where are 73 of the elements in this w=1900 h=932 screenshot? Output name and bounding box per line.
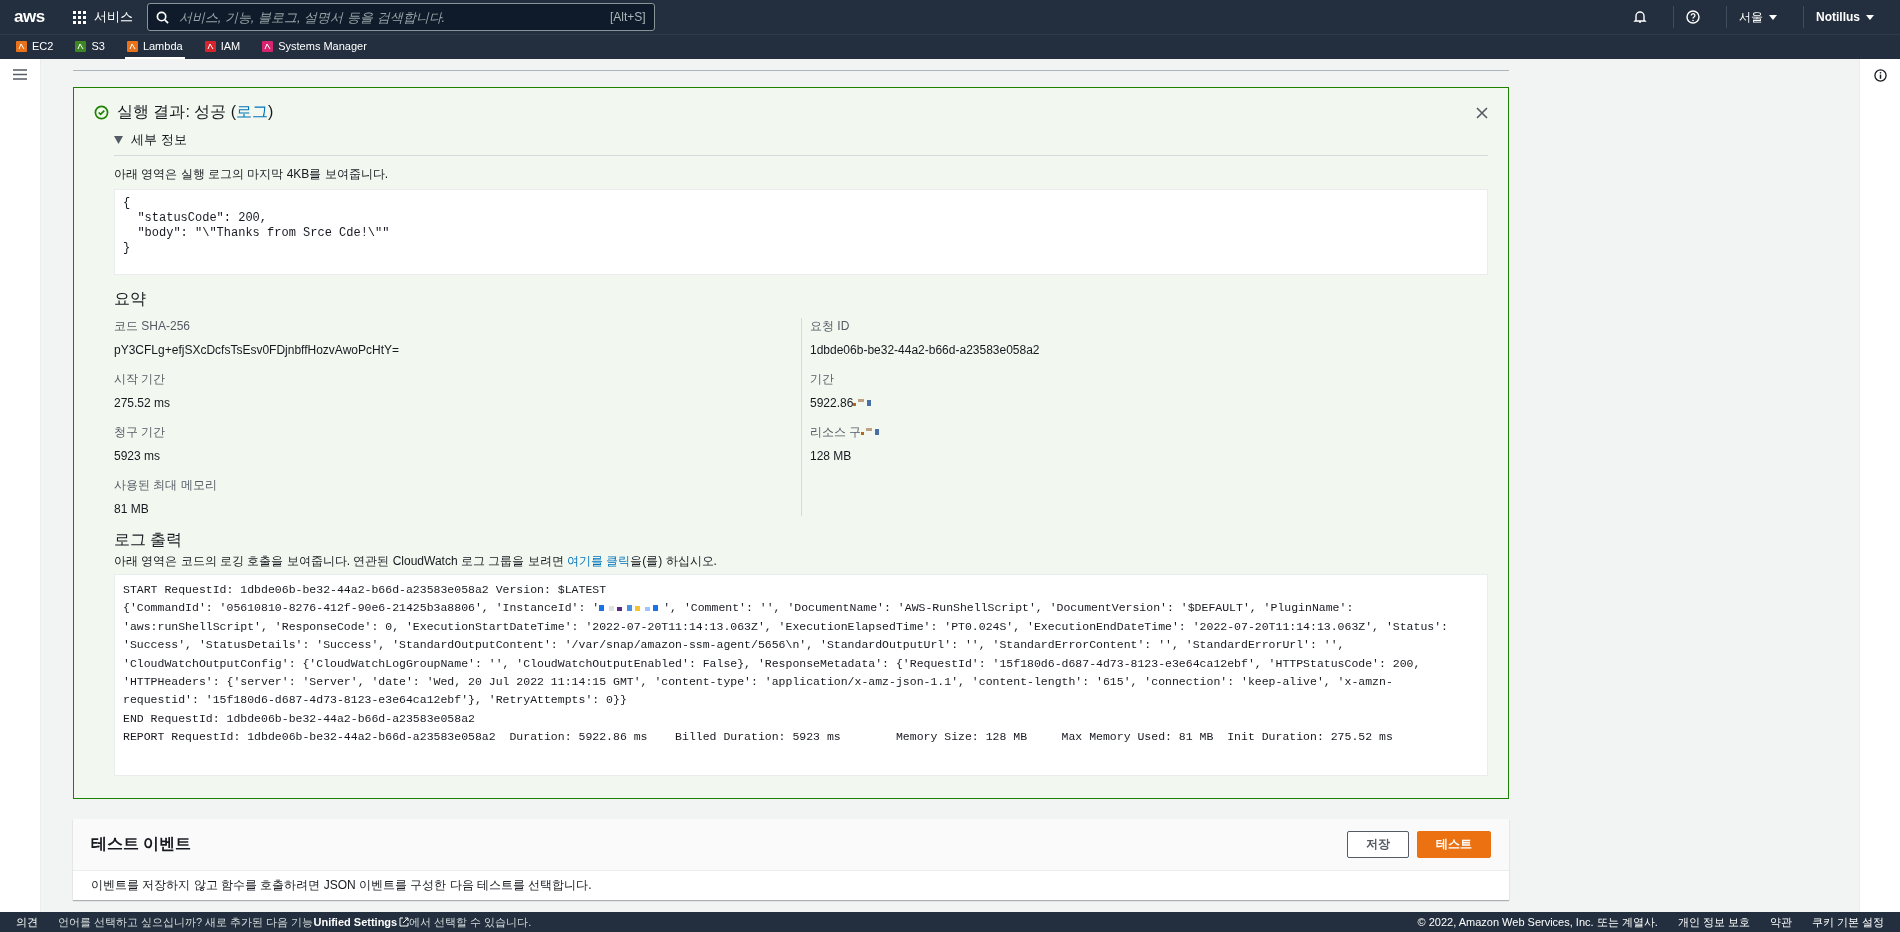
close-button[interactable] (1476, 106, 1488, 119)
menu-icon[interactable] (13, 69, 27, 80)
close-icon (1476, 106, 1488, 119)
summary-label: 시작 기간 (114, 371, 167, 388)
caret-icon (1769, 14, 1777, 20)
summary-value: 1dbde06b-be32-44a2-b66d-a23583e058a2 (810, 343, 1041, 357)
feedback-link[interactable]: 의견 (16, 914, 38, 930)
summary-value: 5922.86 (810, 396, 1488, 410)
log-text: 'aws:runShellScript', 'ResponseCode': 0, 'ExecutionStartDateTime': '2022-07-20T11:14:13.063Z', 'ExecutionElapsedTime': 'PT0.024S', 'ExecutionEndDateTime': '2022-07-20T11:14:13.063Z', 'Status': (123, 618, 1448, 635)
log-text: 'HTTPHeaders': {'server': 'Server', 'date': 'Wed, 20 Jul 2022 11:14:15 GMT', 'content-type': 'application/x-amz-json-1.1', 'content-length': '615', 'connection': 'keep-alive', 'x-amzn- (123, 674, 1393, 691)
unified-settings-link[interactable]: Unified Settings (313, 916, 410, 928)
caret-icon (114, 136, 123, 144)
aws-logo[interactable]: aws (14, 7, 45, 27)
summary-label: 기간 (810, 371, 835, 388)
cloudwatch-link[interactable]: 여기를 클릭 (566, 554, 631, 568)
log-link[interactable]: 로그 (236, 103, 269, 120)
redaction-mark (861, 428, 880, 437)
code-line: } (123, 241, 132, 256)
log-text: requestid': '15f180d6-d687-4d73-8123-e3e64ca12ebf'}, 'RetryAttempts': 0}} (123, 692, 627, 709)
redaction-mark (853, 398, 872, 408)
log-heading: 로그 출력 (114, 530, 184, 550)
save-button[interactable]: 저장 (1347, 830, 1409, 858)
external-link-icon (399, 917, 410, 927)
code-line: "body": "\"Thanks from Srce Cde!\"" (136, 226, 391, 241)
summary-value: 81 MB (114, 502, 150, 516)
favorite-link[interactable]: IAM (202, 35, 243, 59)
shortcut-hint: [Alt+S] (609, 10, 646, 24)
details-toggle[interactable]: 세부 정보 (114, 131, 1488, 155)
summary-label: 요청 ID (810, 318, 851, 335)
summary-label: 사용된 최대 메모리 (114, 477, 218, 494)
summary-heading: 요약 (114, 289, 147, 309)
footer-link[interactable]: 개인 정보 보호 (1677, 914, 1750, 930)
summary-value: 275.52 ms (114, 396, 172, 410)
summary-label: 리소스 구 (810, 424, 1488, 441)
footer-link[interactable]: 약관 (1769, 914, 1792, 930)
summary-label: 청구 기간 (114, 424, 167, 441)
log-text: {'CommandId': '05610810-8276-412f-90e6-21425b3a8806', 'InstanceId': ' (123, 600, 600, 617)
result-title: 실행 결과: 성공 (로그) (117, 102, 274, 122)
success-icon (94, 105, 109, 120)
card-note: 이벤트를 저장하지 않고 함수를 호출하려면 JSON 이벤트를 구성한 다음 테스트를 선택합니다. (90, 876, 593, 894)
code-line: { (123, 196, 132, 211)
code-line: "statusCode": 200, (136, 211, 269, 226)
grid-icon (72, 10, 86, 24)
log-text: 'CloudWatchOutputConfig': {'CloudWatchLogGroupName': '', 'CloudWatchOutputEnabled': False}, 'ResponseMetadata': {'RequestId': '15f180d6-d687-4d73-8123-e3e64ca12ebf', 'HTTPStatusCode': 200, (123, 655, 1421, 672)
help-icon (1686, 10, 1700, 24)
favorite-link[interactable]: S3 (73, 35, 107, 59)
services-menu[interactable]: 서비스 (72, 8, 133, 26)
output-note: 아래 영역은 실행 로그의 마지막 4KB를 보여줍니다. (114, 166, 390, 183)
footer-link[interactable]: 쿠키 기본 설정 (1811, 914, 1884, 930)
favorite-link[interactable]: Lambda (124, 35, 185, 59)
region-menu[interactable]: 서울 (1726, 6, 1789, 28)
favorite-link[interactable]: Systems Manager (260, 35, 369, 59)
card-title: 테스트 이벤트 (91, 833, 193, 854)
account-menu[interactable]: Notillus (1803, 6, 1886, 28)
search-icon (155, 10, 169, 24)
favorite-link[interactable]: EC2 (14, 35, 56, 59)
log-text: ', 'Comment': '', 'DocumentName': 'AWS-RunShellScript', 'DocumentVersion': '$DEFAULT', 'PluginName': (663, 600, 1354, 617)
search-field[interactable]: 서비스, 기능, 블로그, 설명서 등을 검색합니다. (176, 8, 602, 26)
caret-icon (1866, 14, 1874, 20)
log-text: 'Success', 'StatusDetails': 'Success', 'StandardOutputContent': '/var/snap/amazon-ssm-agent/5656\n', 'StandardOutputUrl': '', 'StandardErrorContent': '', 'StandardErrorUrl': '', (123, 637, 1345, 654)
log-text: START RequestId: 1dbde06b-be32-44a2-b66d-a23583e058a2 Version: $LATEST (123, 582, 607, 598)
copyright: © 2022, Amazon Web Services, Inc. 또는 계열사. (1417, 914, 1658, 930)
log-text: END RequestId: 1dbde06b-be32-44a2-b66d-a23583e058a2 (123, 710, 475, 727)
summary-label: 코드 SHA-256 (114, 318, 192, 335)
summary-value: 5923 ms (114, 449, 162, 463)
summary-value: 128 MB (810, 449, 853, 463)
search-bar[interactable]: 서비스, 기능, 블로그, 설명서 등을 검색합니다. [Alt+S] (146, 3, 655, 31)
info-icon[interactable] (1873, 69, 1887, 82)
log-text: REPORT RequestId: 1dbde06b-be32-44a2-b66d-a23583e058a2 Duration: 5922.86 ms Billed Duration: 5923 ms Memory Size: 128 MB Max Memory Used: 81 MB Init Duration: 275.52 ms (123, 729, 1393, 746)
language-note: 언어를 선택하고 싶으십니까? 새로 추가된 다음 기능Unified Settings 에서 선택할 수 있습니다. (58, 914, 532, 930)
bell-icon (1633, 10, 1647, 24)
log-note: 아래 영역은 코드의 로깅 호출을 보여줍니다. 연관된 CloudWatch 로그 그룹을 보려면 여기를 클릭 을(를) 하십시오. (114, 553, 718, 570)
summary-value: pY3CFLg+efjSXcDcfsTsEsv0FDjnbffHozvAwoPcHtY= (114, 343, 400, 357)
